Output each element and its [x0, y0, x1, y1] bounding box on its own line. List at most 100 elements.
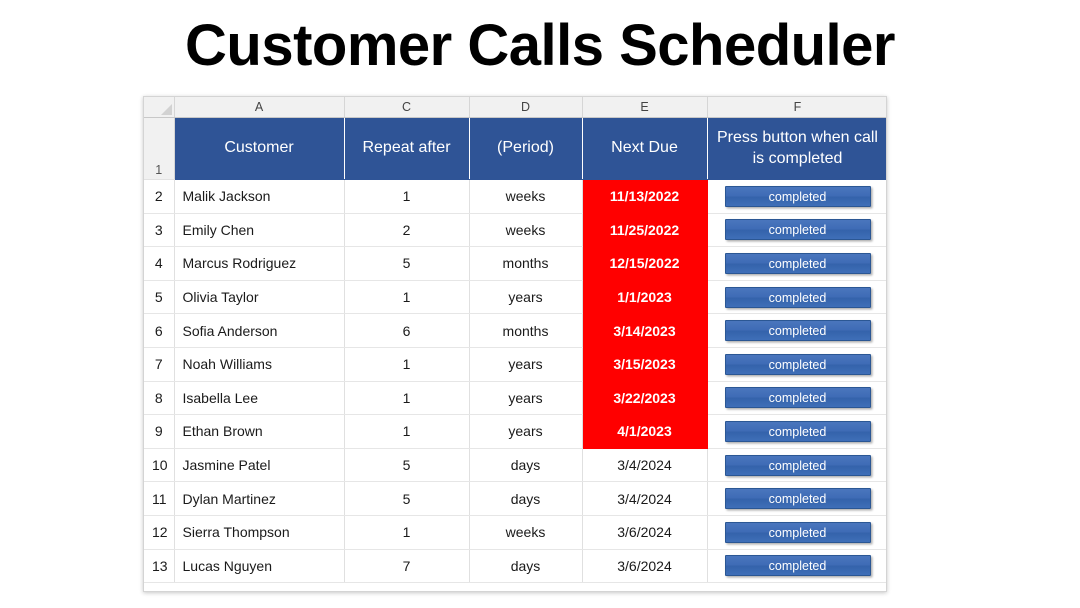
completed-button[interactable]: completed [724, 353, 871, 375]
cell-repeat-after[interactable]: 1 [344, 280, 470, 315]
completed-button[interactable]: completed [724, 252, 871, 274]
cell-period[interactable]: weeks [469, 515, 583, 550]
cell-customer[interactable]: Sierra Thompson [174, 515, 345, 550]
cell-repeat-after[interactable]: 5 [344, 448, 470, 483]
table-row: 7 Noah Williams 1 years 3/15/2023 completed [144, 347, 886, 382]
row-number-13[interactable]: 13 [144, 549, 175, 584]
cell-customer[interactable]: Ethan Brown [174, 414, 345, 449]
cell-next-due[interactable]: 3/4/2024 [582, 448, 708, 483]
row-number-9[interactable]: 9 [144, 414, 175, 449]
cell-repeat-after[interactable]: 6 [344, 313, 470, 348]
cell-period[interactable]: years [469, 414, 583, 449]
cell-period[interactable]: weeks [469, 179, 583, 214]
cell-customer[interactable]: Olivia Taylor [174, 280, 345, 315]
completed-button[interactable]: completed [724, 286, 871, 308]
cell-next-due-overdue[interactable]: 1/1/2023 [582, 280, 708, 315]
cell-action: completed [707, 515, 886, 550]
cell-next-due-overdue[interactable]: 11/25/2022 [582, 213, 708, 248]
completed-button[interactable]: completed [724, 185, 871, 207]
cell-action: completed [707, 448, 886, 483]
cell-repeat-after[interactable]: 1 [344, 179, 470, 214]
cell-action: completed [707, 347, 886, 382]
cell-period[interactable]: months [469, 313, 583, 348]
completed-button[interactable]: completed [724, 219, 871, 241]
cell-repeat-after[interactable]: 1 [344, 381, 470, 416]
cell-repeat-after[interactable]: 2 [344, 213, 470, 248]
cell-period[interactable]: weeks [469, 213, 583, 248]
cell-action: completed [707, 414, 886, 449]
cell-period[interactable]: days [469, 481, 583, 516]
table-row: 2 Malik Jackson 1 weeks 11/13/2022 completed [144, 179, 886, 214]
cell-customer[interactable]: Isabella Lee [174, 381, 345, 416]
row-number-5[interactable]: 5 [144, 280, 175, 315]
cell-customer[interactable]: Jasmine Patel [174, 448, 345, 483]
cell-customer[interactable]: Lucas Nguyen [174, 549, 345, 584]
table-row: 4 Marcus Rodriguez 5 months 12/15/2022 comple… [144, 246, 886, 281]
cell-customer[interactable]: Noah Williams [174, 347, 345, 382]
row-number-8[interactable]: 8 [144, 381, 175, 416]
header-cell-period[interactable]: (Period) [469, 117, 583, 180]
row-number-3[interactable]: 3 [144, 213, 175, 248]
cell-repeat-after[interactable]: 1 [344, 347, 470, 382]
column-header-c[interactable]: C [344, 97, 470, 118]
cell-customer[interactable]: Marcus Rodriguez [174, 246, 345, 281]
completed-button[interactable]: completed [724, 488, 871, 510]
cell-next-due-overdue[interactable]: 3/22/2023 [582, 381, 708, 416]
cell-next-due[interactable]: 3/4/2024 [582, 481, 708, 516]
completed-button[interactable]: completed [724, 387, 871, 409]
cell-period[interactable]: years [469, 381, 583, 416]
row-number-12[interactable]: 12 [144, 515, 175, 550]
column-header-e[interactable]: E [582, 97, 708, 118]
cell-period[interactable]: years [469, 280, 583, 315]
cell-repeat-after[interactable]: 5 [344, 246, 470, 281]
cell-next-due-overdue[interactable]: 3/15/2023 [582, 347, 708, 382]
row-number-6[interactable]: 6 [144, 313, 175, 348]
cell-next-due[interactable]: 3/6/2024 [582, 515, 708, 550]
column-header-a[interactable]: A [174, 97, 345, 118]
cell-customer[interactable]: Sofia Anderson [174, 313, 345, 348]
cell-next-due-overdue[interactable]: 3/14/2023 [582, 313, 708, 348]
cell-repeat-after[interactable]: 5 [344, 481, 470, 516]
table-row: 5 Olivia Taylor 1 years 1/1/2023 completed [144, 280, 886, 315]
column-header-d[interactable]: D [469, 97, 583, 118]
cell-repeat-after[interactable]: 7 [344, 549, 470, 584]
completed-button[interactable]: completed [724, 320, 871, 342]
cell-customer[interactable]: Dylan Martinez [174, 481, 345, 516]
completed-button[interactable]: completed [724, 420, 871, 442]
cell-next-due-overdue[interactable]: 4/1/2023 [582, 414, 708, 449]
cell-customer[interactable]: Emily Chen [174, 213, 345, 248]
spreadsheet-grid: A C D E F 1 Customer Repeat after (Period) Next D… [144, 97, 886, 584]
cell-action: completed [707, 246, 886, 281]
row-number-4[interactable]: 4 [144, 246, 175, 281]
completed-button[interactable]: completed [724, 521, 871, 543]
cell-period[interactable]: days [469, 549, 583, 584]
header-cell-next-due[interactable]: Next Due [582, 117, 708, 180]
column-header-f[interactable]: F [707, 97, 886, 118]
spreadsheet-container: A C D E F 1 Customer Repeat after (Period) Next D… [143, 96, 887, 592]
cell-next-due[interactable]: 3/6/2024 [582, 549, 708, 584]
completed-button[interactable]: completed [724, 555, 871, 577]
cell-action: completed [707, 179, 886, 214]
table-header-row: 1 Customer Repeat after (Period) Next Due Pre… [144, 117, 886, 180]
header-cell-customer[interactable]: Customer [174, 117, 345, 180]
cell-repeat-after[interactable]: 1 [344, 414, 470, 449]
cell-customer[interactable]: Malik Jackson [174, 179, 345, 214]
header-cell-repeat-after[interactable]: Repeat after [344, 117, 470, 180]
row-number-11[interactable]: 11 [144, 481, 175, 516]
cell-period[interactable]: months [469, 246, 583, 281]
row-number-7[interactable]: 7 [144, 347, 175, 382]
completed-button[interactable]: completed [724, 454, 871, 476]
row-number-1[interactable]: 1 [144, 117, 175, 180]
row-number-2[interactable]: 2 [144, 179, 175, 214]
table-row: 8 Isabella Lee 1 years 3/22/2023 completed [144, 381, 886, 416]
cell-next-due-overdue[interactable]: 12/15/2022 [582, 246, 708, 281]
cell-next-due-overdue[interactable]: 11/13/2022 [582, 179, 708, 214]
select-all-corner[interactable] [144, 97, 175, 118]
page-title: Customer Calls Scheduler [185, 13, 896, 78]
cell-period[interactable]: years [469, 347, 583, 382]
header-cell-action[interactable]: Press button when call is completed [707, 117, 886, 180]
cell-repeat-after[interactable]: 1 [344, 515, 470, 550]
cell-period[interactable]: days [469, 448, 583, 483]
column-letter-row: ACDEF [144, 97, 886, 118]
row-number-10[interactable]: 10 [144, 448, 175, 483]
